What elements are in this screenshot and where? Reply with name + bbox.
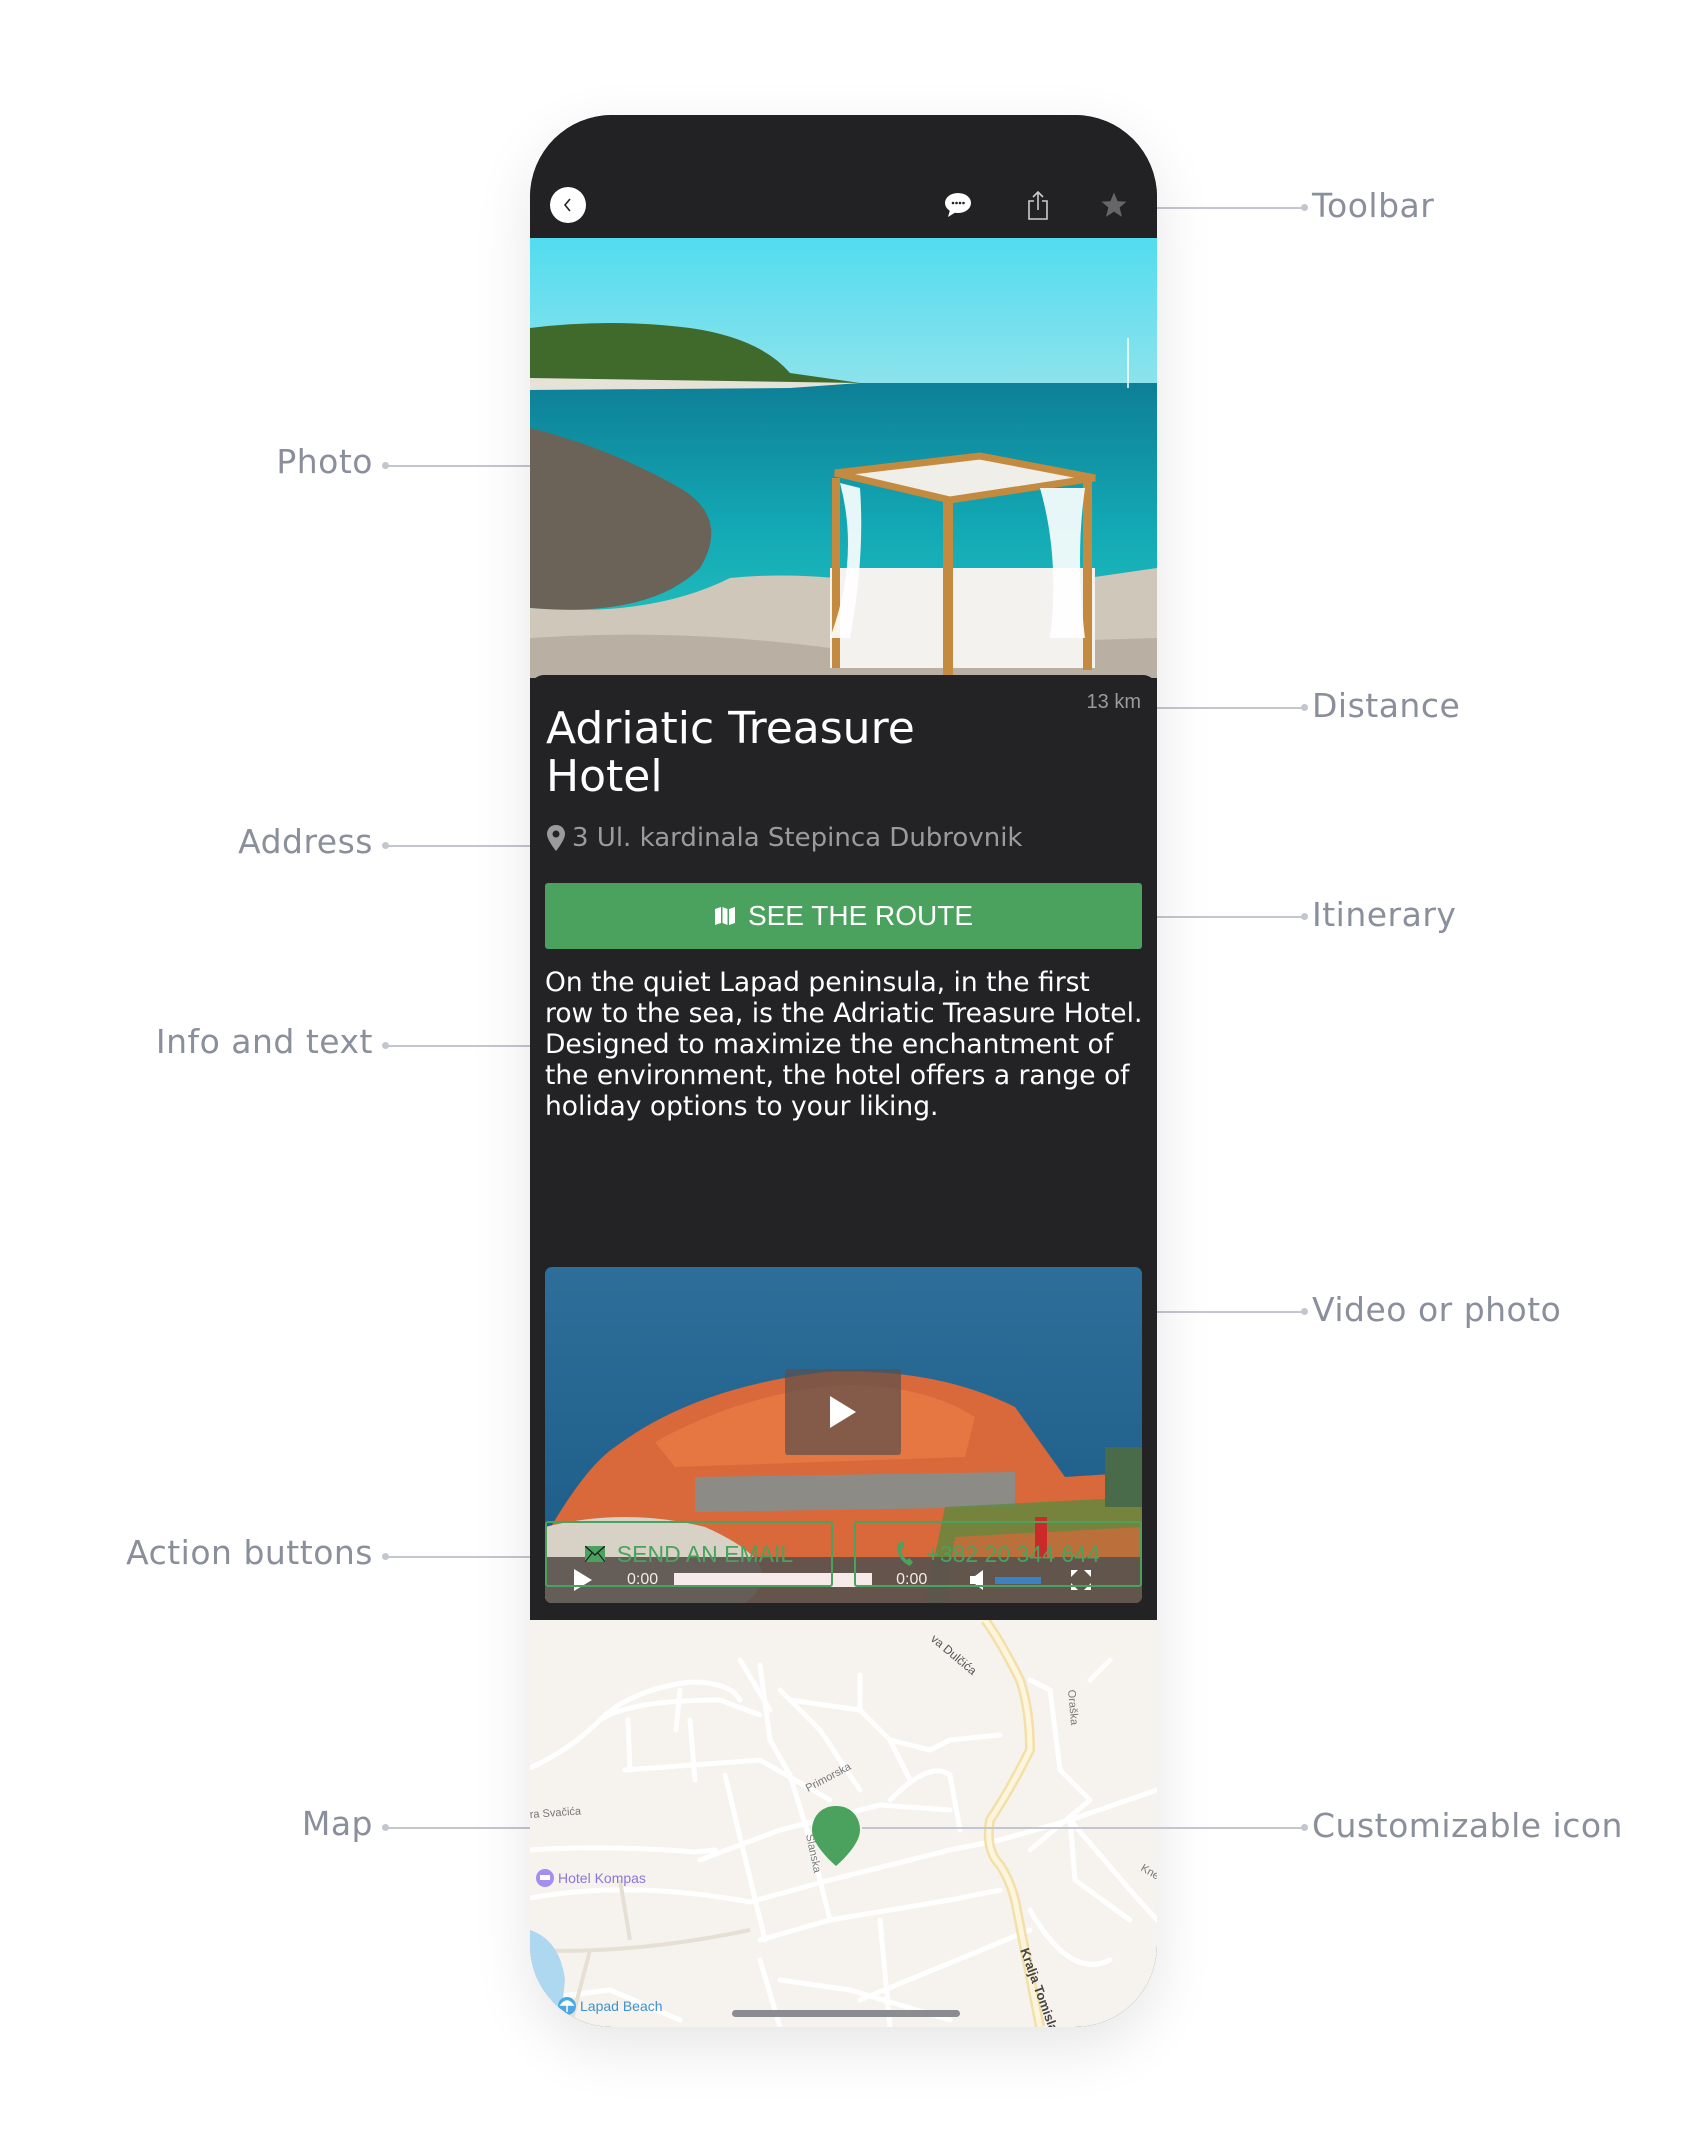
leader-line [386, 1556, 546, 1558]
phone-icon [897, 1542, 914, 1566]
hotel-photo [530, 238, 1157, 678]
description-text: On the quiet Lapad peninsula, in the fir… [545, 967, 1143, 1122]
send-email-button[interactable]: SEND AN EMAIL [545, 1521, 833, 1587]
hotel-title: Adriatic Treasure Hotel [546, 703, 915, 802]
leader-line [1150, 707, 1305, 709]
leader-dot [1301, 204, 1308, 211]
street-label: va Dulčića [928, 1632, 980, 1679]
annotation-map: Map [301, 1804, 373, 1843]
leader-dot [1301, 913, 1308, 920]
see-route-button[interactable]: SEE THE ROUTE [545, 883, 1142, 949]
annotation-itinerary: Itinerary [1312, 895, 1457, 934]
address[interactable]: 3 Ul. kardinala Stepinca Dubrovnik [546, 823, 1022, 853]
leader-dot [382, 462, 389, 469]
leader-line [386, 465, 530, 467]
share-icon [1028, 190, 1048, 220]
see-route-label: SEE THE ROUTE [747, 900, 974, 931]
location-map[interactable]: va Dulčića Oraška Primorska ra Svačića S… [530, 1620, 1157, 2027]
share-button[interactable] [1020, 187, 1056, 223]
map-pin-icon [547, 825, 565, 851]
address-text: 3 Ul. kardinala Stepinca Dubrovnik [572, 823, 1023, 853]
street-map: va Dulčića Oraška Primorska ra Svačića S… [530, 1620, 1157, 2027]
phone-screen: 13 km Adriatic Treasure Hotel 3 Ul. kard… [530, 115, 1157, 2027]
home-indicator[interactable] [732, 2010, 960, 2017]
leader-dot [382, 1553, 389, 1560]
map-icon [714, 907, 735, 925]
envelope-icon [584, 1546, 605, 1562]
annotation-toolbar: Toolbar [1312, 186, 1435, 225]
phone-number-label: +382 20 344 644 [926, 1540, 1100, 1567]
annotation-video-photo: Video or photo [1312, 1290, 1562, 1329]
annotation-photo: Photo [276, 442, 373, 481]
street-label: Oraška [1065, 1689, 1080, 1726]
leader-dot [1301, 1824, 1308, 1831]
leader-dot [382, 1042, 389, 1049]
comment-button[interactable] [940, 187, 976, 223]
info-card: 13 km Adriatic Treasure Hotel 3 Ul. kard… [530, 675, 1157, 1623]
star-icon [1101, 192, 1127, 217]
leader-dot [382, 1824, 389, 1831]
back-button[interactable] [550, 187, 586, 223]
leader-line [386, 1045, 546, 1047]
annotation-distance: Distance [1312, 686, 1461, 725]
leader-line [386, 845, 546, 847]
chat-bubble-icon [945, 193, 971, 217]
annotation-address: Address [238, 822, 373, 861]
poi-hotel-kompas[interactable]: Hotel Kompas [536, 1869, 646, 1887]
toolbar [530, 115, 1157, 238]
leader-dot [1301, 704, 1308, 711]
distance-label: 13 km [1086, 691, 1141, 713]
leader-line [862, 1827, 1305, 1829]
street-label: ra Svačića [530, 1805, 582, 1821]
leader-dot [1301, 1308, 1308, 1315]
poi-label: Hotel Kompas [558, 1870, 646, 1886]
favorite-button[interactable] [1096, 187, 1132, 223]
send-email-label: SEND AN EMAIL [616, 1540, 794, 1567]
leader-line [1140, 1311, 1305, 1313]
big-play-button[interactable] [785, 1369, 901, 1455]
leader-line [1145, 207, 1305, 209]
poi-label: Lapad Beach [580, 1998, 663, 2014]
annotation-action-buttons: Action buttons [126, 1533, 373, 1572]
street-label: Kne [1139, 1862, 1158, 1882]
beach-photo-image [530, 238, 1157, 678]
annotation-customizable-icon: Customizable icon [1312, 1806, 1623, 1845]
leader-line [386, 1827, 551, 1829]
play-icon [830, 1396, 856, 1428]
leader-dot [382, 842, 389, 849]
chevron-left-icon [563, 198, 571, 212]
call-phone-button[interactable]: +382 20 344 644 [854, 1521, 1142, 1587]
street-label: Primorska [804, 1760, 854, 1794]
annotation-info-text: Info and text [155, 1022, 373, 1061]
